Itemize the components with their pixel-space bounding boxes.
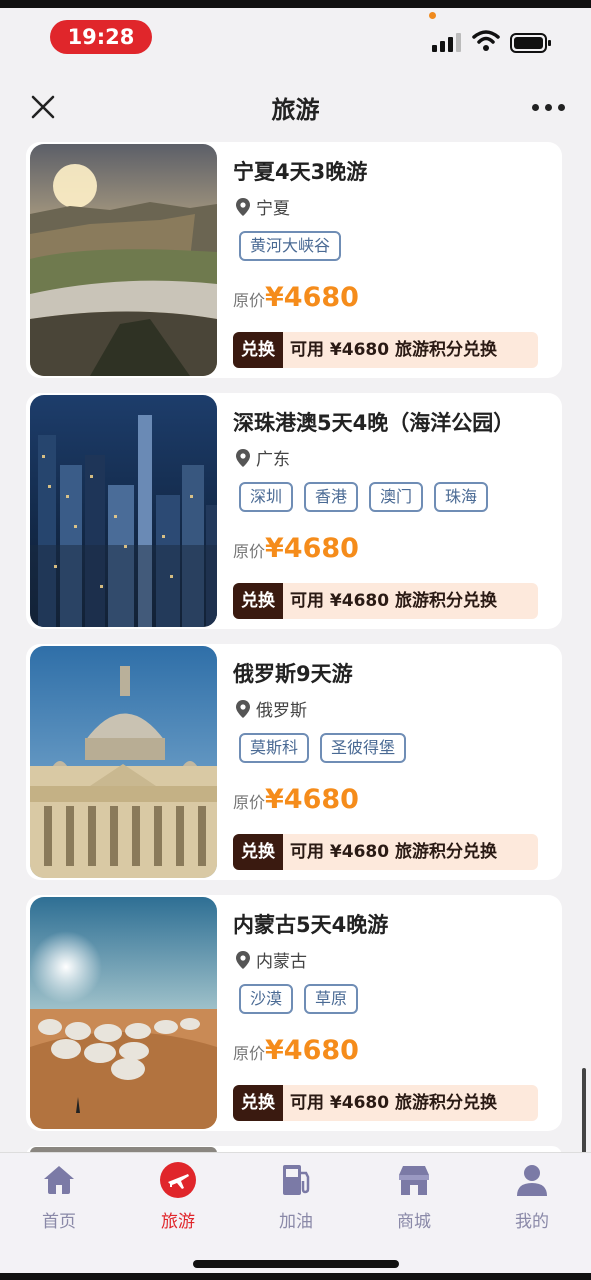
location-pin-icon [236, 197, 250, 216]
redeem-text: 可用 ¥4680 旅游积分兑换 [290, 591, 497, 611]
tab-label: 旅游 [161, 1212, 195, 1232]
redeem-text: 可用 ¥4680 旅游积分兑换 [290, 340, 497, 360]
tour-image-cathedral [30, 646, 217, 878]
tour-price: 原价¥4680 [233, 282, 359, 313]
tour-tag: 莫斯科 [239, 733, 310, 763]
redeem-bar[interactable]: 兑换 可用 ¥4680 旅游积分兑换 [233, 1085, 538, 1121]
redeem-bar[interactable]: 兑换 可用 ¥4680 旅游积分兑换 [233, 332, 538, 368]
tab-profile[interactable]: 我的 [492, 1161, 572, 1232]
price-value: ¥4680 [265, 282, 359, 313]
tour-tag: 草原 [304, 984, 359, 1014]
tour-image-city [30, 395, 217, 627]
tour-title: 俄罗斯9天游 [233, 662, 353, 686]
redeem-text: 可用 ¥4680 旅游积分兑换 [290, 842, 497, 862]
tour-location-label: 内蒙古 [256, 952, 307, 972]
tour-price: 原价¥4680 [233, 1035, 359, 1066]
tour-card[interactable]: 俄罗斯9天游 俄罗斯 莫斯科 圣彼得堡 原价¥4680 兑换 可用 ¥4680 旅游… [26, 644, 562, 880]
tour-location-label: 广东 [256, 450, 290, 470]
tour-card[interactable]: 内蒙古5天4晚游 内蒙古 沙漠 草原 原价¥4680 兑换 可用 ¥4680 旅游积… [26, 895, 562, 1131]
home-icon [44, 1166, 74, 1194]
tour-tag: 圣彼得堡 [320, 733, 407, 763]
tab-label: 商城 [397, 1212, 431, 1232]
tour-list: 宁夏4天3晚游 宁夏 黄河大峡谷 原价¥4680 兑换 可用 ¥4680 旅游积分… [0, 140, 591, 1152]
redeem-button[interactable]: 兑换 [233, 834, 283, 870]
tour-tag: 深圳 [239, 482, 294, 512]
tour-card[interactable]: 宁夏4天3晚游 宁夏 黄河大峡谷 原价¥4680 兑换 可用 ¥4680 旅游积分… [26, 142, 562, 378]
tour-tag: 黄河大峡谷 [239, 231, 342, 261]
user-icon [517, 1165, 547, 1196]
tour-title: 内蒙古5天4晚游 [233, 913, 389, 937]
top-edge [0, 0, 591, 8]
tour-location: 内蒙古 [236, 947, 307, 972]
tab-travel[interactable]: 旅游 [138, 1161, 218, 1232]
price-label: 原价 [233, 1044, 266, 1063]
tour-location: 俄罗斯 [236, 696, 307, 721]
tab-label: 加油 [279, 1212, 313, 1232]
tour-price: 原价¥4680 [233, 784, 359, 815]
tour-tags: 深圳 香港 澳门 珠海 [239, 482, 499, 512]
tour-image-desert [30, 897, 217, 1129]
plane-icon [160, 1162, 196, 1198]
status-bar: 19:28 [0, 8, 591, 70]
redeem-bar[interactable]: 兑换 可用 ¥4680 旅游积分兑换 [233, 834, 538, 870]
tour-location: 宁夏 [236, 194, 290, 219]
location-pin-icon [236, 448, 250, 467]
tab-fuel[interactable]: 加油 [256, 1161, 336, 1232]
tour-tags: 沙漠 草原 [239, 984, 369, 1014]
tour-image-ningxia [30, 144, 217, 376]
tab-store[interactable]: 商城 [374, 1161, 454, 1232]
redeem-button[interactable]: 兑换 [233, 583, 283, 619]
redeem-button[interactable]: 兑换 [233, 332, 283, 368]
tour-tag: 澳门 [369, 482, 424, 512]
tour-title: 宁夏4天3晚游 [233, 160, 368, 184]
redeem-button[interactable]: 兑换 [233, 1085, 283, 1121]
tour-location-label: 宁夏 [256, 199, 290, 219]
store-icon [399, 1166, 429, 1195]
tour-tag: 香港 [304, 482, 359, 512]
bottom-edge [0, 1273, 591, 1280]
tour-tag: 珠海 [434, 482, 489, 512]
tour-tags: 莫斯科 圣彼得堡 [239, 733, 417, 763]
tab-label: 首页 [42, 1212, 76, 1232]
redeem-bar[interactable]: 兑换 可用 ¥4680 旅游积分兑换 [233, 583, 538, 619]
redeem-text: 可用 ¥4680 旅游积分兑换 [290, 1093, 497, 1113]
tour-title: 深珠港澳5天4晚（海洋公园） [233, 411, 515, 435]
more-icon[interactable] [532, 104, 566, 112]
location-pin-icon [236, 699, 250, 718]
signal-icon [432, 32, 462, 52]
battery-icon [510, 33, 551, 53]
nav-bar: 旅游 [0, 70, 591, 140]
location-pin-icon [236, 950, 250, 969]
tour-card[interactable]: 深珠港澳5天4晚（海洋公园） 广东 深圳 香港 澳门 珠海 原价¥4680 兑换 可用 … [26, 393, 562, 629]
price-value: ¥4680 [265, 533, 359, 564]
price-label: 原价 [233, 793, 266, 812]
fuel-icon [283, 1165, 310, 1195]
tour-tag: 沙漠 [239, 984, 294, 1014]
page-title: 旅游 [271, 96, 320, 124]
price-value: ¥4680 [265, 784, 359, 815]
tour-location: 广东 [236, 445, 290, 470]
price-value: ¥4680 [265, 1035, 359, 1066]
tour-location-label: 俄罗斯 [256, 701, 307, 721]
home-indicator[interactable] [193, 1260, 399, 1268]
wifi-icon [472, 30, 500, 51]
tour-price: 原价¥4680 [233, 533, 359, 564]
status-time: 19:28 [50, 20, 152, 54]
tour-tags: 黄河大峡谷 [239, 231, 352, 261]
price-label: 原价 [233, 291, 266, 310]
screen: 19:28 旅游 宁夏4天3晚游 宁夏 黄河大峡谷 原价¥4680 兑换 可用 … [0, 0, 591, 1280]
tab-home[interactable]: 首页 [19, 1161, 99, 1232]
tab-label: 我的 [515, 1212, 549, 1232]
privacy-indicator [429, 12, 436, 19]
price-label: 原价 [233, 542, 266, 561]
